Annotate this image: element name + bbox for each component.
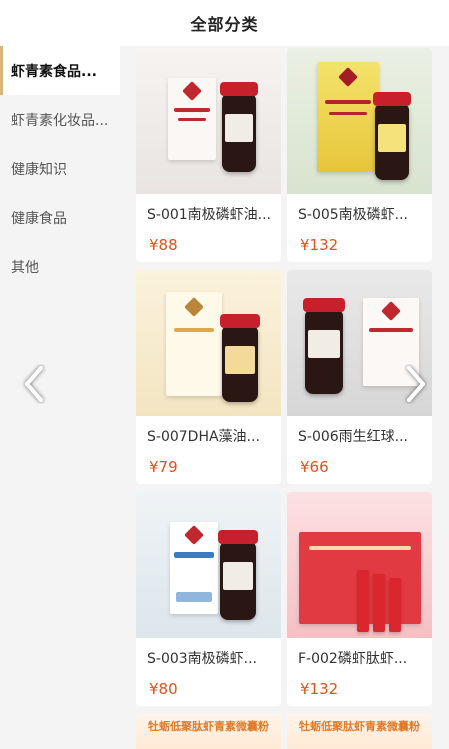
product-jar: [220, 314, 260, 402]
sidebar-item-label: 虾青素化妆品...: [11, 112, 109, 129]
product-jar: [218, 530, 258, 620]
product-image: 牡蛎低聚肽虾青素微囊粉: [136, 714, 281, 749]
category-layout: 虾青素食品... 虾青素化妆品... 健康知识 健康食品 其他 S-001南极磷…: [0, 46, 449, 749]
carousel-prev-button[interactable]: [14, 364, 54, 404]
product-card[interactable]: F-002磷虾肽虾... ¥132: [287, 492, 432, 706]
product-card[interactable]: S-005南极磷虾... ¥132: [287, 48, 432, 262]
box-stripe: [178, 118, 206, 121]
brand-logo: [184, 297, 204, 317]
sidebar-item-health-food[interactable]: 健康食品: [0, 193, 120, 242]
top-bar: 全部分类: [0, 0, 449, 46]
product-box: [170, 522, 218, 614]
product-card[interactable]: S-001南极磷虾油... ¥88: [136, 48, 281, 262]
product-card[interactable]: 牡蛎低聚肽虾青素微囊粉: [287, 714, 432, 749]
sidebar-item-astaxanthin-cosmetics[interactable]: 虾青素化妆品...: [0, 95, 120, 144]
box-stripe: [369, 328, 413, 332]
box-stripe: [174, 552, 214, 558]
product-image: [136, 270, 281, 416]
sidebar-item-health-knowledge[interactable]: 健康知识: [0, 144, 120, 193]
box-stripe: [176, 592, 212, 602]
product-sachet: [389, 578, 401, 632]
product-image: [136, 492, 281, 638]
product-name: S-003南极磷虾...: [147, 651, 258, 667]
product-image: [136, 48, 281, 194]
product-jar: [220, 82, 258, 172]
carousel-next-button[interactable]: [396, 364, 436, 404]
box-stripe: [309, 546, 411, 550]
product-banner-text: 牡蛎低聚肽虾青素微囊粉: [148, 720, 269, 733]
product-price: ¥66: [300, 458, 329, 476]
brand-logo: [184, 525, 204, 545]
sidebar-item-label: 健康知识: [11, 161, 67, 178]
product-card[interactable]: S-007DHA藻油... ¥79: [136, 270, 281, 484]
product-image: 牡蛎低聚肽虾青素微囊粉: [287, 714, 432, 749]
brand-logo: [182, 81, 202, 101]
sidebar-item-other[interactable]: 其他: [0, 242, 120, 291]
box-stripe: [329, 112, 367, 115]
chevron-right-icon: [407, 366, 425, 402]
product-image: [287, 48, 432, 194]
product-jar: [303, 298, 345, 394]
page-title: 全部分类: [190, 15, 259, 34]
product-banner-text: 牡蛎低聚肽虾青素微囊粉: [299, 720, 420, 733]
product-jar: [373, 92, 411, 180]
sidebar-item-astaxanthin-food[interactable]: 虾青素食品...: [0, 46, 120, 95]
product-name: S-007DHA藻油...: [147, 429, 260, 445]
product-card[interactable]: S-003南极磷虾... ¥80: [136, 492, 281, 706]
box-stripe: [174, 328, 214, 332]
product-price: ¥79: [149, 458, 178, 476]
product-price: ¥132: [300, 236, 339, 254]
brand-logo: [338, 67, 358, 87]
box-stripe: [174, 108, 210, 112]
product-sachet: [357, 570, 369, 632]
product-box: [317, 62, 379, 172]
product-name: S-006雨生红球...: [298, 429, 409, 445]
product-sachet: [373, 574, 385, 632]
box-stripe: [325, 100, 371, 104]
product-price: ¥132: [300, 680, 339, 698]
sidebar-item-label: 其他: [11, 259, 39, 276]
product-image: [287, 492, 432, 638]
chevron-left-icon: [25, 366, 43, 402]
product-box: [166, 292, 222, 396]
product-price: ¥88: [149, 236, 178, 254]
brand-logo: [381, 301, 401, 321]
sidebar-item-label: 健康食品: [11, 210, 67, 227]
sidebar-item-label: 虾青素食品...: [11, 63, 97, 80]
product-box: [168, 78, 216, 160]
product-grid: S-001南极磷虾油... ¥88 S-005南极磷虾... ¥132 S-00…: [136, 48, 439, 749]
product-card[interactable]: 牡蛎低聚肽虾青素微囊粉: [136, 714, 281, 749]
product-name: S-005南极磷虾...: [298, 207, 409, 223]
product-name: S-001南极磷虾油...: [147, 207, 272, 223]
product-name: F-002磷虾肽虾...: [298, 651, 408, 667]
product-price: ¥80: [149, 680, 178, 698]
